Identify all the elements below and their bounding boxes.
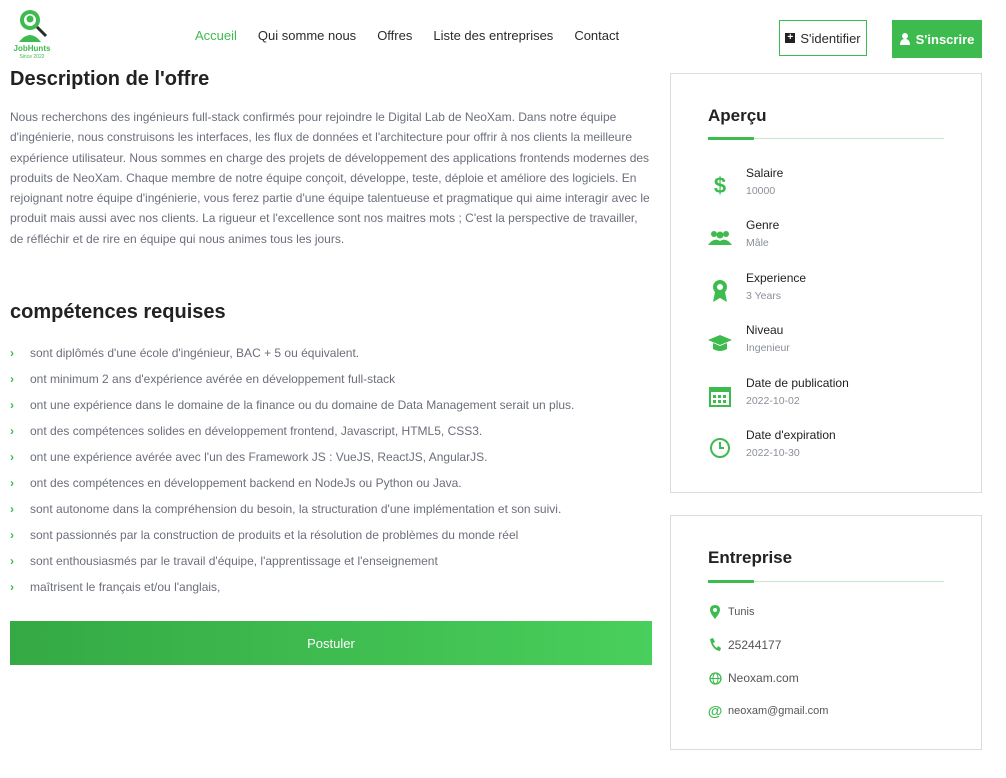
chevron-right-icon: › [10, 398, 14, 412]
skill-text: ont minimum 2 ans d'expérience avérée en… [30, 372, 396, 386]
skill-text: ont une expérience avérée avec l'un des … [30, 450, 488, 464]
overview-item-genre: Genre Mâle [708, 218, 948, 258]
user-icon [899, 33, 910, 45]
email-text: neoxam@gmail.com [728, 705, 829, 717]
globe-icon [708, 670, 722, 686]
list-item: › sont diplômés d'une école d'ingénieur, … [10, 340, 574, 366]
company-website[interactable]: Neoxam.com [708, 668, 799, 688]
chevron-right-icon: › [10, 424, 14, 438]
overview-title: Aperçu [708, 106, 767, 125]
overview-label: Genre [746, 218, 780, 232]
list-item: › ont des compétences en développement ba… [10, 470, 574, 496]
graduation-cap-icon [708, 331, 732, 355]
company-email[interactable]: @ neoxam@gmail.com [707, 701, 829, 721]
divider [708, 137, 944, 140]
nav-offres[interactable]: Offres [377, 28, 412, 43]
users-icon [708, 226, 732, 250]
login-button[interactable]: + S'identifier [779, 20, 867, 56]
chevron-right-icon: › [10, 476, 14, 490]
list-item: › ont minimum 2 ans d'expérience avérée e… [10, 366, 574, 392]
chevron-right-icon: › [10, 554, 14, 568]
brand-tagline: Since 2022 [19, 54, 45, 60]
main-nav: Accueil Qui somme nous Offres Liste des … [195, 28, 640, 43]
overview-value: Ingenieur [746, 342, 790, 354]
description-text: Nous recherchons des ingénieurs full-sta… [10, 110, 650, 246]
skill-text: ont des compétences solides en développe… [30, 424, 483, 438]
overview-panel: Aperçu $ Salaire 10000 Genre Mâle Experi… [670, 73, 982, 493]
chevron-right-icon: › [10, 528, 14, 542]
phone-icon [708, 637, 722, 653]
chevron-right-icon: › [10, 372, 14, 386]
nav-liste-entreprises[interactable]: Liste des entreprises [433, 28, 553, 43]
login-label: S'identifier [800, 30, 861, 46]
chevron-right-icon: › [10, 580, 14, 594]
overview-value: 3 Years [746, 290, 782, 302]
overview-label: Date de publication [746, 376, 849, 390]
chevron-right-icon: › [10, 450, 14, 464]
overview-label: Niveau [746, 323, 784, 337]
nav-accueil[interactable]: Accueil [195, 28, 237, 43]
location-text: Tunis [728, 606, 755, 618]
divider [708, 580, 944, 583]
clock-icon [708, 436, 732, 460]
brand-name: JobHunts [13, 44, 51, 53]
chevron-right-icon: › [10, 502, 14, 516]
list-item: › ont une expérience dans le domaine de l… [10, 392, 574, 418]
skill-text: sont passionnés par la construction de p… [30, 528, 519, 542]
list-item: › ont des compétences solides en développ… [10, 418, 574, 444]
logo-icon [19, 10, 48, 42]
map-pin-icon [708, 604, 722, 620]
company-panel: Entreprise Tunis 25244177 Neoxam.com @ n… [670, 515, 982, 750]
description-title: Description de l'offre [10, 68, 210, 90]
company-title: Entreprise [708, 548, 793, 567]
list-item: › sont enthousiasmés par le travail d'équ… [10, 548, 574, 574]
list-item: › maîtrisent le français et/ou l'anglais, [10, 574, 574, 600]
skill-text: sont enthousiasmés par le travail d'équi… [30, 554, 438, 568]
signup-label: S'inscrire [915, 31, 975, 47]
overview-item-salaire: $ Salaire 10000 [708, 166, 948, 206]
overview-item-date-expiration: Date d'expiration 2022-10-30 [708, 428, 948, 468]
overview-value: 2022-10-30 [746, 447, 800, 459]
skill-text: ont une expérience dans le domaine de la… [30, 398, 575, 412]
overview-item-date-publication: Date de publication 2022-10-02 [708, 376, 948, 416]
overview-label: Date d'expiration [746, 428, 836, 442]
dollar-icon: $ [713, 173, 727, 198]
phone-text: 25244177 [728, 638, 782, 652]
company-phone[interactable]: 25244177 [708, 635, 781, 655]
job-details: Description de l'offre Nous recherchons … [10, 68, 655, 665]
plus-square-icon: + [785, 33, 796, 43]
skill-text: sont autonome dans la compréhension du b… [30, 502, 562, 516]
logo[interactable]: JobHunts Since 2022 [10, 8, 54, 62]
overview-value: 2022-10-02 [746, 395, 800, 407]
list-item: › sont autonome dans la compréhension du … [10, 496, 574, 522]
skill-text: sont diplômés d'une école d'ingénieur, B… [30, 346, 360, 360]
skill-text: maîtrisent le français et/ou l'anglais, [30, 580, 221, 594]
chevron-right-icon: › [10, 346, 14, 360]
nav-qui-somme-nous[interactable]: Qui somme nous [258, 28, 356, 43]
skills-list: › sont diplômés d'une école d'ingénieur, … [10, 340, 574, 600]
apply-button[interactable]: Postuler [10, 621, 652, 665]
skill-text: ont des compétences en développement bac… [30, 476, 462, 490]
list-item: › sont passionnés par la construction de … [10, 522, 574, 548]
overview-value: Mâle [746, 237, 769, 249]
website-text: Neoxam.com [728, 671, 799, 685]
skills-title: compétences requises [10, 301, 226, 323]
signup-button[interactable]: S'inscrire [892, 20, 982, 58]
calendar-icon [708, 384, 732, 408]
at-sign-icon: @ [707, 702, 723, 720]
overview-item-experience: Experience 3 Years [708, 271, 948, 311]
company-location: Tunis [708, 602, 755, 622]
list-item: › ont une expérience avérée avec l'un des… [10, 444, 574, 470]
nav-contact[interactable]: Contact [574, 28, 619, 43]
overview-label: Salaire [746, 166, 784, 180]
overview-label: Experience [746, 271, 807, 285]
award-icon [708, 279, 732, 303]
overview-value: 10000 [746, 185, 776, 197]
overview-item-niveau: Niveau Ingenieur [708, 323, 948, 363]
